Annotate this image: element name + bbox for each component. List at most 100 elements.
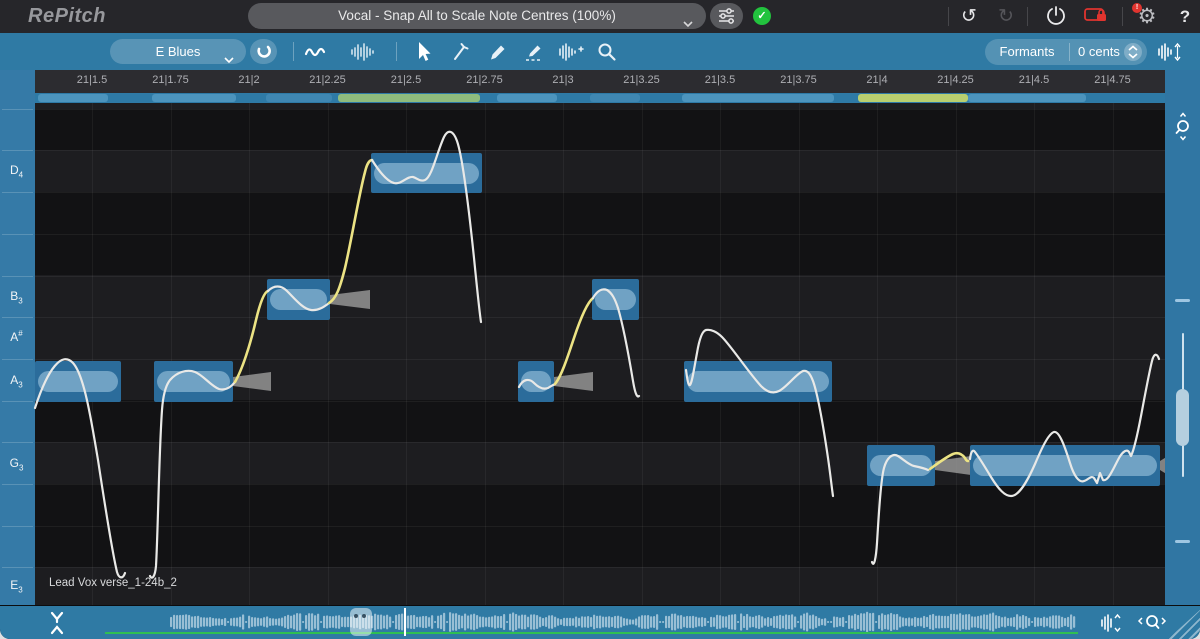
vertical-scroll-strip[interactable] bbox=[1165, 103, 1200, 605]
waveform-bar bbox=[611, 617, 613, 627]
note-block[interactable] bbox=[684, 361, 832, 402]
note-block[interactable] bbox=[267, 279, 330, 320]
view-region-handle[interactable] bbox=[350, 608, 372, 636]
waveform-view-toggle[interactable] bbox=[348, 40, 374, 64]
license-lock-button[interactable] bbox=[1082, 4, 1108, 29]
cents-stepper[interactable]: 0 cents bbox=[1070, 39, 1147, 65]
overview-note-segment bbox=[858, 94, 968, 102]
line-pencil-icon bbox=[521, 40, 547, 64]
waveform-bar bbox=[1037, 617, 1039, 626]
waveform-bar bbox=[584, 616, 586, 627]
note-block[interactable] bbox=[35, 361, 121, 402]
stepper-chevrons-icon[interactable] bbox=[1124, 43, 1142, 61]
waveform-bar bbox=[695, 617, 697, 628]
formants-cents-group: Formants 0 cents bbox=[985, 39, 1147, 65]
waveform-bar bbox=[869, 613, 871, 631]
waveform-bar bbox=[974, 617, 976, 628]
waveform-bar bbox=[671, 614, 673, 631]
overview-note-segment bbox=[590, 94, 640, 102]
waveform-bar bbox=[293, 615, 295, 630]
vertical-slider-handle[interactable] bbox=[1176, 389, 1189, 446]
help-button[interactable]: ? bbox=[1172, 4, 1198, 29]
tool-wave-edit[interactable] bbox=[556, 40, 582, 64]
note-label: G3 bbox=[0, 456, 33, 472]
notes-overview-strip[interactable] bbox=[35, 93, 1165, 103]
waveform-bar bbox=[749, 616, 751, 628]
undo-button[interactable]: ↺ bbox=[956, 4, 982, 29]
ruler-tick: 21|4.5 bbox=[1019, 74, 1049, 86]
waveform-bar bbox=[203, 617, 205, 627]
waveform-bar bbox=[191, 616, 193, 627]
tool-line-pencil[interactable] bbox=[521, 40, 547, 64]
magnifier-icon bbox=[594, 40, 620, 64]
waveform-bar bbox=[851, 615, 853, 628]
waveform-bar bbox=[320, 621, 322, 623]
beat-gridline bbox=[328, 103, 329, 605]
waveform-bar bbox=[950, 614, 952, 630]
note-block[interactable] bbox=[518, 361, 554, 402]
waveform-bar bbox=[986, 615, 988, 630]
waveform-bar bbox=[395, 615, 397, 629]
waveform-bar bbox=[572, 618, 574, 626]
tool-pencil[interactable] bbox=[485, 40, 511, 64]
note-block[interactable] bbox=[970, 445, 1160, 486]
waveform-bar bbox=[923, 616, 925, 628]
waveform-bar bbox=[755, 616, 757, 629]
retune-button[interactable] bbox=[250, 39, 277, 64]
pitch-curve-view-toggle[interactable] bbox=[303, 40, 329, 64]
waveform-bar bbox=[761, 616, 763, 627]
waveform-overview[interactable] bbox=[0, 606, 1200, 639]
waveform-bar bbox=[470, 614, 472, 629]
note-block[interactable] bbox=[371, 153, 482, 193]
waveform-bar bbox=[569, 618, 571, 626]
wave-updown-icon bbox=[1155, 41, 1185, 63]
horizontal-zoom-button[interactable] bbox=[1134, 611, 1170, 639]
waveform-bar bbox=[1019, 616, 1021, 628]
waveform-bar bbox=[971, 616, 973, 627]
scale-dropdown[interactable]: E Blues bbox=[110, 39, 246, 64]
preset-settings-button[interactable] bbox=[710, 3, 743, 29]
waveform-bar bbox=[1013, 617, 1015, 627]
tool-note-pen[interactable] bbox=[448, 40, 474, 64]
waveform-bar bbox=[866, 612, 868, 633]
vertical-fit-button[interactable] bbox=[1155, 41, 1181, 65]
waveform-bar bbox=[1031, 621, 1033, 623]
waveform-bar bbox=[914, 617, 916, 627]
waveform-bar bbox=[1004, 617, 1006, 628]
pitch-sidebar: D4B3A#A3G3E3 bbox=[0, 103, 35, 605]
scale-lane-band bbox=[35, 567, 1165, 605]
note-block[interactable] bbox=[154, 361, 233, 402]
beat-gridline bbox=[877, 103, 878, 605]
fit-vertical-button[interactable] bbox=[1098, 611, 1126, 639]
waveform-bar bbox=[542, 618, 544, 626]
waveform-bar bbox=[860, 613, 862, 631]
settings-gear-button[interactable]: ⚙ ! bbox=[1134, 4, 1160, 29]
playhead-marker[interactable] bbox=[404, 608, 406, 636]
lane-separator bbox=[2, 567, 33, 568]
divider bbox=[396, 42, 397, 61]
redo-button[interactable]: ↻ bbox=[993, 4, 1019, 29]
timeline-ruler[interactable]: 21|1.521|1.7521|221|2.2521|2.521|2.7521|… bbox=[35, 70, 1165, 93]
waveform-bar bbox=[416, 617, 418, 628]
formants-button[interactable]: Formants bbox=[985, 39, 1069, 65]
waveform-bar bbox=[764, 618, 766, 626]
waveform-bar bbox=[413, 615, 415, 629]
vertical-zoom-button[interactable] bbox=[1170, 111, 1196, 146]
waveform-bar bbox=[1070, 614, 1072, 629]
tool-pointer[interactable] bbox=[410, 40, 436, 64]
waveform-bar bbox=[845, 621, 847, 623]
waveform-bar bbox=[620, 616, 622, 627]
lane-separator bbox=[2, 359, 33, 360]
waveform-bar bbox=[266, 616, 268, 627]
waveform-bar bbox=[797, 621, 799, 623]
note-block[interactable] bbox=[867, 445, 935, 486]
power-button[interactable] bbox=[1043, 4, 1069, 29]
note-block[interactable] bbox=[592, 279, 639, 320]
waveform-bar bbox=[734, 614, 736, 630]
tool-zoom[interactable] bbox=[594, 40, 620, 64]
waveform-bar bbox=[773, 616, 775, 628]
preset-dropdown[interactable]: Vocal - Snap All to Scale Note Centres (… bbox=[248, 3, 706, 29]
note-editor-grid[interactable]: Lead Vox verse_1-24b_2 bbox=[35, 103, 1165, 605]
waveform-bar bbox=[524, 615, 526, 630]
beat-gridline bbox=[171, 103, 172, 605]
